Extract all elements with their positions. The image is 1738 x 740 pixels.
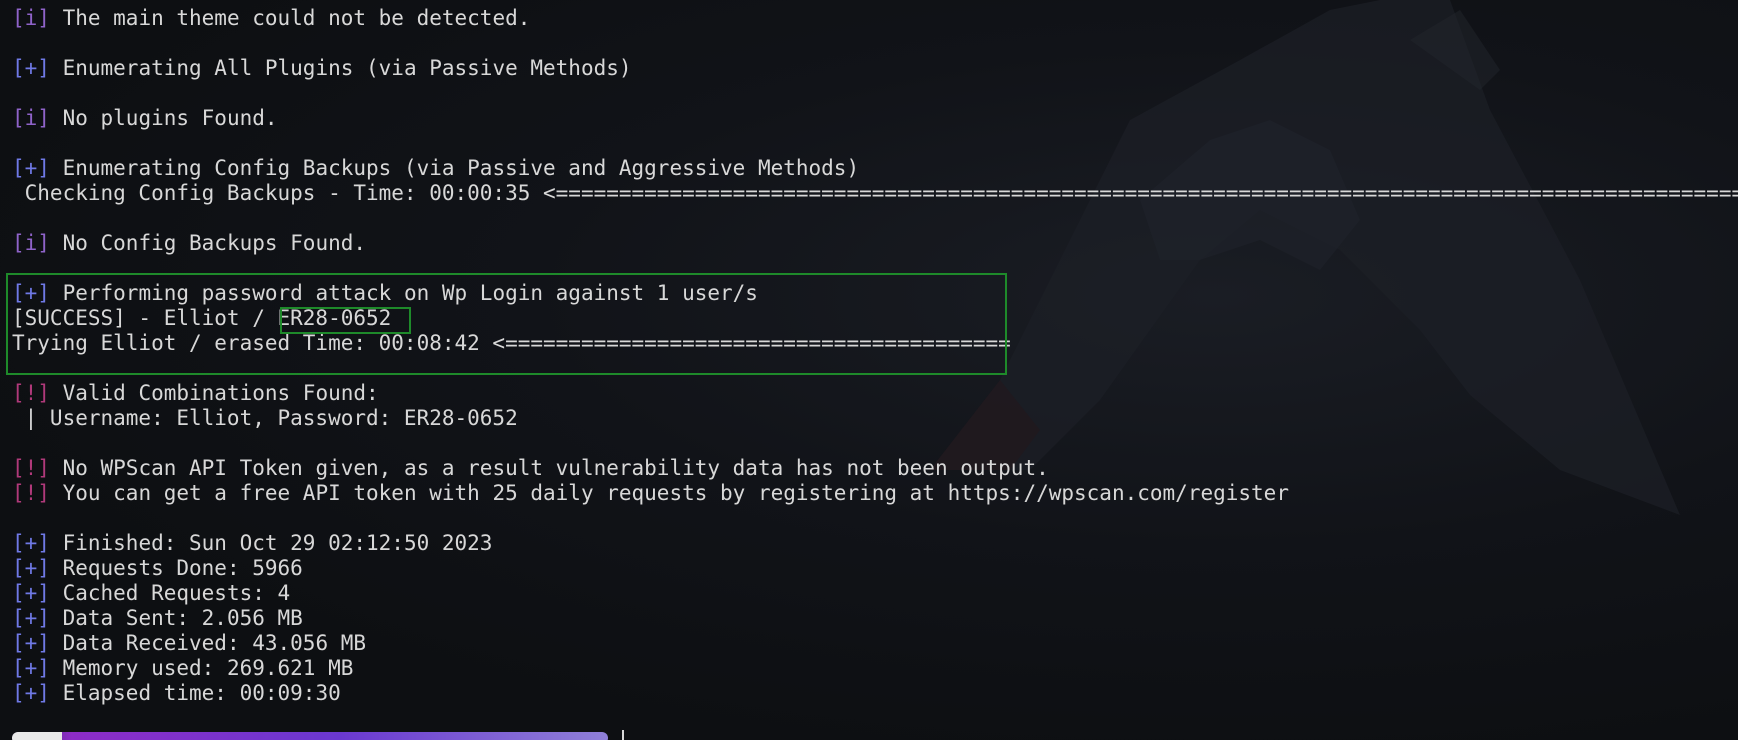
line-tag: [+] (12, 631, 50, 655)
terminal-line: | Username: Elliot, Password: ER28-0652 (12, 406, 1738, 431)
line-tag: [+] (12, 56, 50, 80)
terminal-line: [+] Cached Requests: 4 (12, 581, 1738, 606)
terminal-line: [i] No Config Backups Found. (12, 231, 1738, 256)
line-text: You can get a free API token with 25 dai… (49, 481, 1289, 505)
line-tag: [!] (12, 381, 50, 405)
line-text: Memory used: 269.621 MB (49, 656, 354, 680)
line-text: Enumerating Config Backups (via Passive … (49, 156, 860, 180)
terminal-line: [SUCCESS] - Elliot / ER28-0652 (12, 306, 1738, 331)
line-text: No Config Backups Found. (49, 231, 367, 255)
line-text: [SUCCESS] - Elliot / ER28-0652 (12, 306, 392, 330)
terminal-line: [i] No plugins Found. (12, 106, 1738, 131)
line-text: Trying Elliot / erased Time: 00:08:42 <=… (12, 331, 1011, 355)
line-text: Data Sent: 2.056 MB (49, 606, 303, 630)
line-tag: [+] (12, 156, 50, 180)
line-tag: [i] (12, 6, 50, 30)
terminal-line: Trying Elliot / erased Time: 00:08:42 <=… (12, 331, 1738, 356)
line-tag: [+] (12, 556, 50, 580)
terminal-line: [+] Memory used: 269.621 MB (12, 656, 1738, 681)
terminal-line: Checking Config Backups - Time: 00:00:35… (12, 181, 1738, 206)
cursor (622, 730, 624, 740)
line-text: Valid Combinations Found: (49, 381, 379, 405)
terminal-line: [+] Finished: Sun Oct 29 02:12:50 2023 (12, 531, 1738, 556)
line-tag: [+] (12, 681, 50, 705)
shell-prompt-bar (12, 732, 608, 740)
line-text: Requests Done: 5966 (49, 556, 303, 580)
line-tag: [i] (12, 231, 50, 255)
terminal-line: [i] The main theme could not be detected… (12, 6, 1738, 31)
prompt-os-segment (12, 732, 62, 740)
terminal-output: [i] The main theme could not be detected… (12, 6, 1738, 706)
line-text: | Username: Elliot, Password: ER28-0652 (12, 406, 518, 430)
terminal-line: [+] Enumerating All Plugins (via Passive… (12, 56, 1738, 81)
line-text: Elapsed time: 00:09:30 (49, 681, 341, 705)
terminal-line: [+] Requests Done: 5966 (12, 556, 1738, 581)
line-tag: [+] (12, 531, 50, 555)
terminal-line: [!] No WPScan API Token given, as a resu… (12, 456, 1738, 481)
line-tag: [+] (12, 606, 50, 630)
line-text: Performing password attack on Wp Login a… (49, 281, 758, 305)
terminal-line: [!] You can get a free API token with 25… (12, 481, 1738, 506)
line-text: No plugins Found. (49, 106, 278, 130)
terminal-line: [!] Valid Combinations Found: (12, 381, 1738, 406)
line-text: The main theme could not be detected. (49, 6, 531, 30)
line-text: No WPScan API Token given, as a result v… (49, 456, 1049, 480)
line-text: Cached Requests: 4 (49, 581, 291, 605)
line-text: Checking Config Backups - Time: 00:00:35… (12, 181, 1738, 205)
terminal-line: [+] Enumerating Config Backups (via Pass… (12, 156, 1738, 181)
terminal-window[interactable]: [i] The main theme could not be detected… (0, 0, 1738, 740)
terminal-line: [+] Data Sent: 2.056 MB (12, 606, 1738, 631)
line-tag: [+] (12, 656, 50, 680)
terminal-line: [+] Performing password attack on Wp Log… (12, 281, 1738, 306)
terminal-line: [+] Elapsed time: 00:09:30 (12, 681, 1738, 706)
terminal-line: [+] Data Received: 43.056 MB (12, 631, 1738, 656)
line-text: Enumerating All Plugins (via Passive Met… (49, 56, 632, 80)
line-tag: [i] (12, 106, 50, 130)
line-tag: [+] (12, 581, 50, 605)
line-text: Finished: Sun Oct 29 02:12:50 2023 (49, 531, 493, 555)
line-tag: [+] (12, 281, 50, 305)
line-tag: [!] (12, 456, 50, 480)
line-tag: [!] (12, 481, 50, 505)
line-text: Data Received: 43.056 MB (49, 631, 367, 655)
